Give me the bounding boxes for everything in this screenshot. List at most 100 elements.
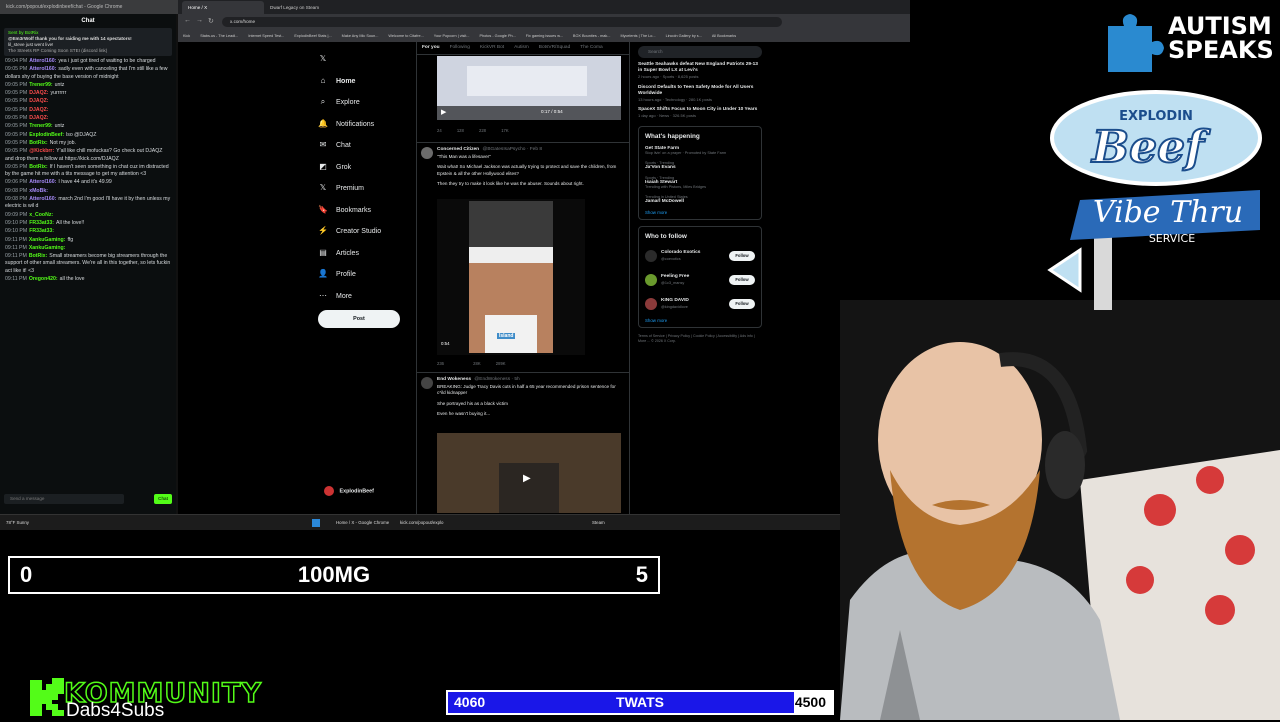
message-username[interactable]: Atterol160: bbox=[29, 66, 56, 72]
like-count[interactable]: 228 bbox=[479, 128, 486, 133]
message-username[interactable]: Atterol160: bbox=[29, 58, 56, 64]
follow-suggestion[interactable]: Colorado Exotics @coexotics Follow bbox=[645, 246, 755, 270]
message-username[interactable]: xMoBk: bbox=[29, 188, 48, 194]
like-count[interactable]: 28K bbox=[473, 361, 480, 366]
bookmark-item[interactable]: Kick bbox=[183, 34, 190, 38]
message-username[interactable]: DJAQZ: bbox=[29, 107, 48, 113]
post-media[interactable]: Island 0:54 bbox=[437, 199, 585, 355]
reply-count[interactable]: 236 bbox=[437, 361, 444, 366]
follow-button[interactable]: Follow bbox=[729, 274, 755, 285]
video-player[interactable]: ▶ 0:17 / 0:54 bbox=[437, 56, 621, 120]
message-username[interactable]: Oregon420: bbox=[29, 276, 58, 282]
nav-item-more[interactable]: ⋯ More bbox=[316, 285, 406, 307]
feed-tab[interactable]: KickVR Bot bbox=[480, 45, 504, 50]
bookmark-item[interactable]: Your Popcorn | visit... bbox=[434, 34, 470, 38]
follow-suggestion[interactable]: Feeling Free @1c3_mansy Follow bbox=[645, 270, 755, 294]
nav-item-profile[interactable]: 👤 Profile bbox=[316, 263, 406, 285]
show-more-link[interactable]: Show more bbox=[645, 318, 755, 323]
repost-count[interactable]: 128 bbox=[457, 128, 464, 133]
account-switcher[interactable]: ExplodinBeef bbox=[324, 486, 374, 496]
nav-item-bookmarks[interactable]: 🔖 Bookmarks bbox=[316, 199, 406, 221]
message-username[interactable]: @Kickbrr: bbox=[29, 148, 54, 154]
author-name[interactable]: Concerned Citizen bbox=[437, 147, 479, 152]
message-username[interactable]: DJAQZ: bbox=[29, 98, 48, 104]
nav-item-home[interactable]: ⌂ Home bbox=[316, 70, 406, 92]
forward-icon[interactable]: → bbox=[196, 17, 203, 24]
chat-input[interactable]: Send a message bbox=[4, 494, 124, 504]
trend-item[interactable]: Sports · Trending Isaiah Stewart Trending … bbox=[645, 176, 755, 189]
play-icon[interactable]: ▶ bbox=[441, 108, 446, 116]
bookmark-item[interactable]: Welcome to Citafre... bbox=[388, 34, 423, 38]
message-username[interactable]: XankuGaming: bbox=[29, 245, 66, 251]
post[interactable]: Concerned Citizen @BGatesIsaPsycho · Feb… bbox=[417, 142, 629, 366]
message-username[interactable]: BotRix: bbox=[29, 164, 47, 170]
taskbar-item[interactable]: Steam bbox=[592, 515, 605, 530]
search-input[interactable]: Search bbox=[638, 46, 762, 58]
feed-tab[interactable]: For you bbox=[422, 45, 440, 50]
back-icon[interactable]: ← bbox=[184, 17, 191, 24]
follow-button[interactable]: Follow bbox=[729, 250, 755, 261]
nav-item-explore[interactable]: ⌕ Explore bbox=[316, 91, 406, 113]
follow-suggestion[interactable]: KING DAVID @kingdavidlove Follow bbox=[645, 294, 755, 318]
nav-item-chat[interactable]: ✉ Chat bbox=[316, 134, 406, 156]
trend-item[interactable]: Get State Farm Stop livin' on a prayer · … bbox=[645, 146, 755, 155]
message-username[interactable]: DJAQZ: bbox=[29, 90, 48, 96]
taskbar-item[interactable]: Home / X - Google Chrome bbox=[336, 515, 389, 530]
message-username[interactable]: FR33at33: bbox=[29, 228, 54, 234]
news-item[interactable]: SpaceX Shifts Focus to Moon City in Unde… bbox=[638, 107, 762, 119]
message-username[interactable]: BotRix: bbox=[29, 140, 47, 146]
nav-item-creator-studio[interactable]: ⚡ Creator Studio bbox=[316, 220, 406, 242]
message-username[interactable]: ExplodinBeef: bbox=[29, 132, 64, 138]
feed-tab[interactable]: Following bbox=[450, 45, 470, 50]
nav-item-x-home[interactable]: 𝕏 bbox=[316, 48, 406, 70]
author-name[interactable]: End Wokeness bbox=[437, 377, 471, 382]
bookmark-item[interactable]: Photos - Google Ph... bbox=[479, 34, 515, 38]
message-username[interactable]: FR33at33: bbox=[29, 220, 54, 226]
tab-dwarf-legacy[interactable]: Dwarf Legacy on Steam bbox=[264, 1, 356, 14]
post[interactable]: End Wokeness @EndWokeness · 5h BREAKING:… bbox=[417, 372, 629, 513]
message-username[interactable]: x_CooNz: bbox=[29, 212, 53, 218]
weather-widget[interactable]: 78°F Sunny bbox=[6, 515, 29, 530]
bookmark-item[interactable]: All Bookmarks bbox=[712, 34, 736, 38]
message-username[interactable]: XankuGaming: bbox=[29, 237, 66, 243]
feed-tab[interactable]: The Coma bbox=[580, 45, 602, 50]
message-username[interactable]: BotRix: bbox=[29, 253, 47, 259]
feed-tab[interactable]: BotsVR/Squad bbox=[539, 45, 570, 50]
bookmark-item[interactable]: BOX Bounties - mak... bbox=[573, 34, 611, 38]
nav-item-premium[interactable]: 𝕏 Premium bbox=[316, 177, 406, 199]
pinned-message[interactable]: Sent by BotRix @Em3rWolf thank you for r… bbox=[4, 28, 172, 56]
post-button[interactable]: Post bbox=[318, 310, 400, 328]
windows-start-icon[interactable] bbox=[312, 519, 320, 527]
bookmark-item[interactable]: Lincoln Gallery by s... bbox=[666, 34, 702, 38]
bookmark-item[interactable]: Internet Speed Test... bbox=[248, 34, 284, 38]
nav-item-articles[interactable]: ▤ Articles bbox=[316, 242, 406, 264]
post-media[interactable]: ▶ bbox=[437, 433, 621, 513]
message-username[interactable]: Atterol160: bbox=[29, 179, 56, 185]
message-username[interactable]: Trener99: bbox=[29, 82, 52, 88]
follow-button[interactable]: Follow bbox=[729, 298, 755, 309]
show-more-link[interactable]: Show more bbox=[645, 210, 755, 215]
chat-message-list[interactable]: 09:04 PM Atterol160: yea i just got tired … bbox=[0, 56, 176, 286]
play-icon[interactable]: ▶ bbox=[523, 473, 531, 484]
trend-item[interactable]: Trending in United States Jamarl McDowell bbox=[645, 195, 755, 204]
reload-icon[interactable]: ↻ bbox=[208, 17, 214, 25]
nav-item-grok[interactable]: ◩ Grok bbox=[316, 156, 406, 178]
bookmark-item[interactable]: Stabs.us - The Leadi... bbox=[200, 34, 238, 38]
news-item[interactable]: Discord Defaults to Teen Safety Mode for… bbox=[638, 85, 762, 104]
message-username[interactable]: Atterol160: bbox=[29, 196, 56, 202]
url-field[interactable]: x.com/home bbox=[222, 17, 782, 27]
message-username[interactable]: DJAQZ: bbox=[29, 115, 48, 121]
message-username[interactable]: Trener99: bbox=[29, 123, 52, 129]
view-count[interactable]: 17K bbox=[501, 128, 508, 133]
tab-home-x[interactable]: Home / X bbox=[182, 1, 264, 14]
bookmark-item[interactable]: ExplodinBeef Stats |... bbox=[294, 34, 331, 38]
bookmark-item[interactable]: Fix gaming issues w... bbox=[526, 34, 563, 38]
feed-tab[interactable]: Autism bbox=[514, 45, 529, 50]
chat-send-button[interactable]: Chat bbox=[154, 494, 172, 504]
taskbar-item[interactable]: kick.com/popout/explo bbox=[400, 515, 443, 530]
reply-count[interactable]: 24 bbox=[437, 128, 442, 133]
bookmark-item[interactable]: Make Any Mic Soun... bbox=[342, 34, 379, 38]
news-item[interactable]: Seattle Seahawks defeat New England Patr… bbox=[638, 62, 762, 81]
bookmark-item[interactable]: Mycelents | The Lo... bbox=[620, 34, 655, 38]
view-count[interactable]: 289K bbox=[496, 361, 506, 366]
